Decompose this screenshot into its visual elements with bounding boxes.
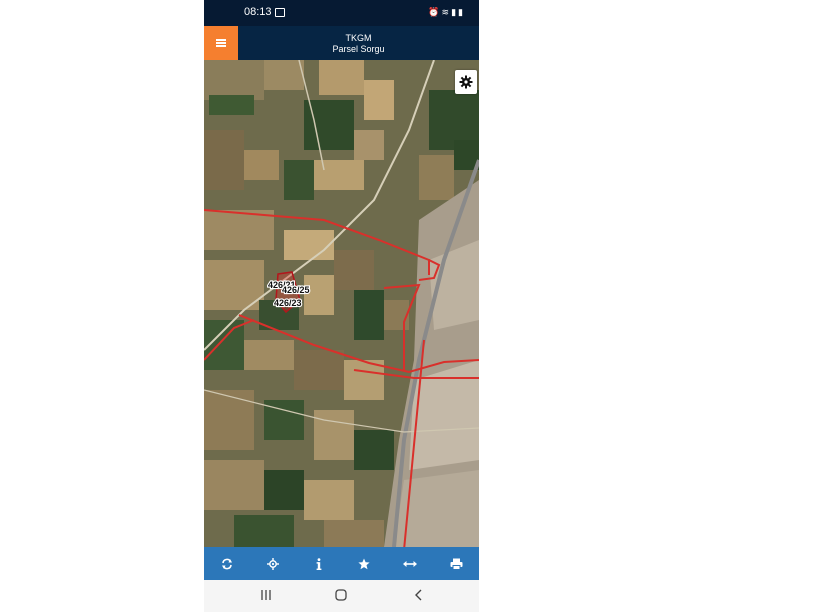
wifi-icon: ≋ <box>441 7 452 17</box>
back-icon <box>415 589 422 601</box>
back-button[interactable] <box>412 588 430 604</box>
locate-button[interactable] <box>258 549 288 579</box>
measure-distance-icon <box>403 560 418 567</box>
satellite-map[interactable]: 426/21 426/25 426/23 <box>204 60 479 547</box>
settings-button[interactable] <box>455 70 477 94</box>
hamburger-menu-icon <box>216 39 226 47</box>
star-icon <box>358 558 370 569</box>
info-icon <box>316 557 321 570</box>
status-bar: 08:13 ⏰≋▮▮ <box>204 0 479 26</box>
refresh-icon <box>221 558 232 569</box>
gallery-icon <box>275 8 285 17</box>
system-nav-bar <box>204 580 479 612</box>
gear-icon <box>459 75 473 89</box>
home-button[interactable] <box>334 588 352 604</box>
recent-apps-button[interactable] <box>259 588 277 604</box>
parcel-label-3: 426/23 <box>274 298 302 308</box>
map-canvas[interactable]: 426/21 426/25 426/23 <box>204 60 479 547</box>
print-icon <box>450 558 463 570</box>
measure-button[interactable] <box>395 549 425 579</box>
phone-screen: 08:13 ⏰≋▮▮ TKGM Parsel Sorgu 426/21 426/… <box>204 0 479 612</box>
locate-crosshair-icon <box>266 557 279 570</box>
refresh-button[interactable] <box>212 549 242 579</box>
bottom-toolbar <box>204 547 479 580</box>
signal-icon: ▮ <box>451 7 459 17</box>
home-icon <box>335 589 347 601</box>
header-title-block: TKGM Parsel Sorgu <box>238 33 479 55</box>
battery-icon: ▮ <box>458 7 465 17</box>
menu-button[interactable] <box>204 26 238 60</box>
status-icons: ⏰≋▮▮ <box>428 7 465 18</box>
print-button[interactable] <box>441 549 471 579</box>
app-title: TKGM <box>345 33 372 43</box>
parcel-label-2: 426/25 <box>282 285 310 295</box>
app-header: TKGM Parsel Sorgu <box>204 26 479 60</box>
status-time: 08:13 <box>244 6 272 18</box>
recent-apps-icon <box>261 590 271 600</box>
favorite-button[interactable] <box>349 549 379 579</box>
info-button[interactable] <box>304 549 334 579</box>
app-subtitle: Parsel Sorgu <box>332 44 385 54</box>
alarm-icon: ⏰ <box>428 7 442 17</box>
